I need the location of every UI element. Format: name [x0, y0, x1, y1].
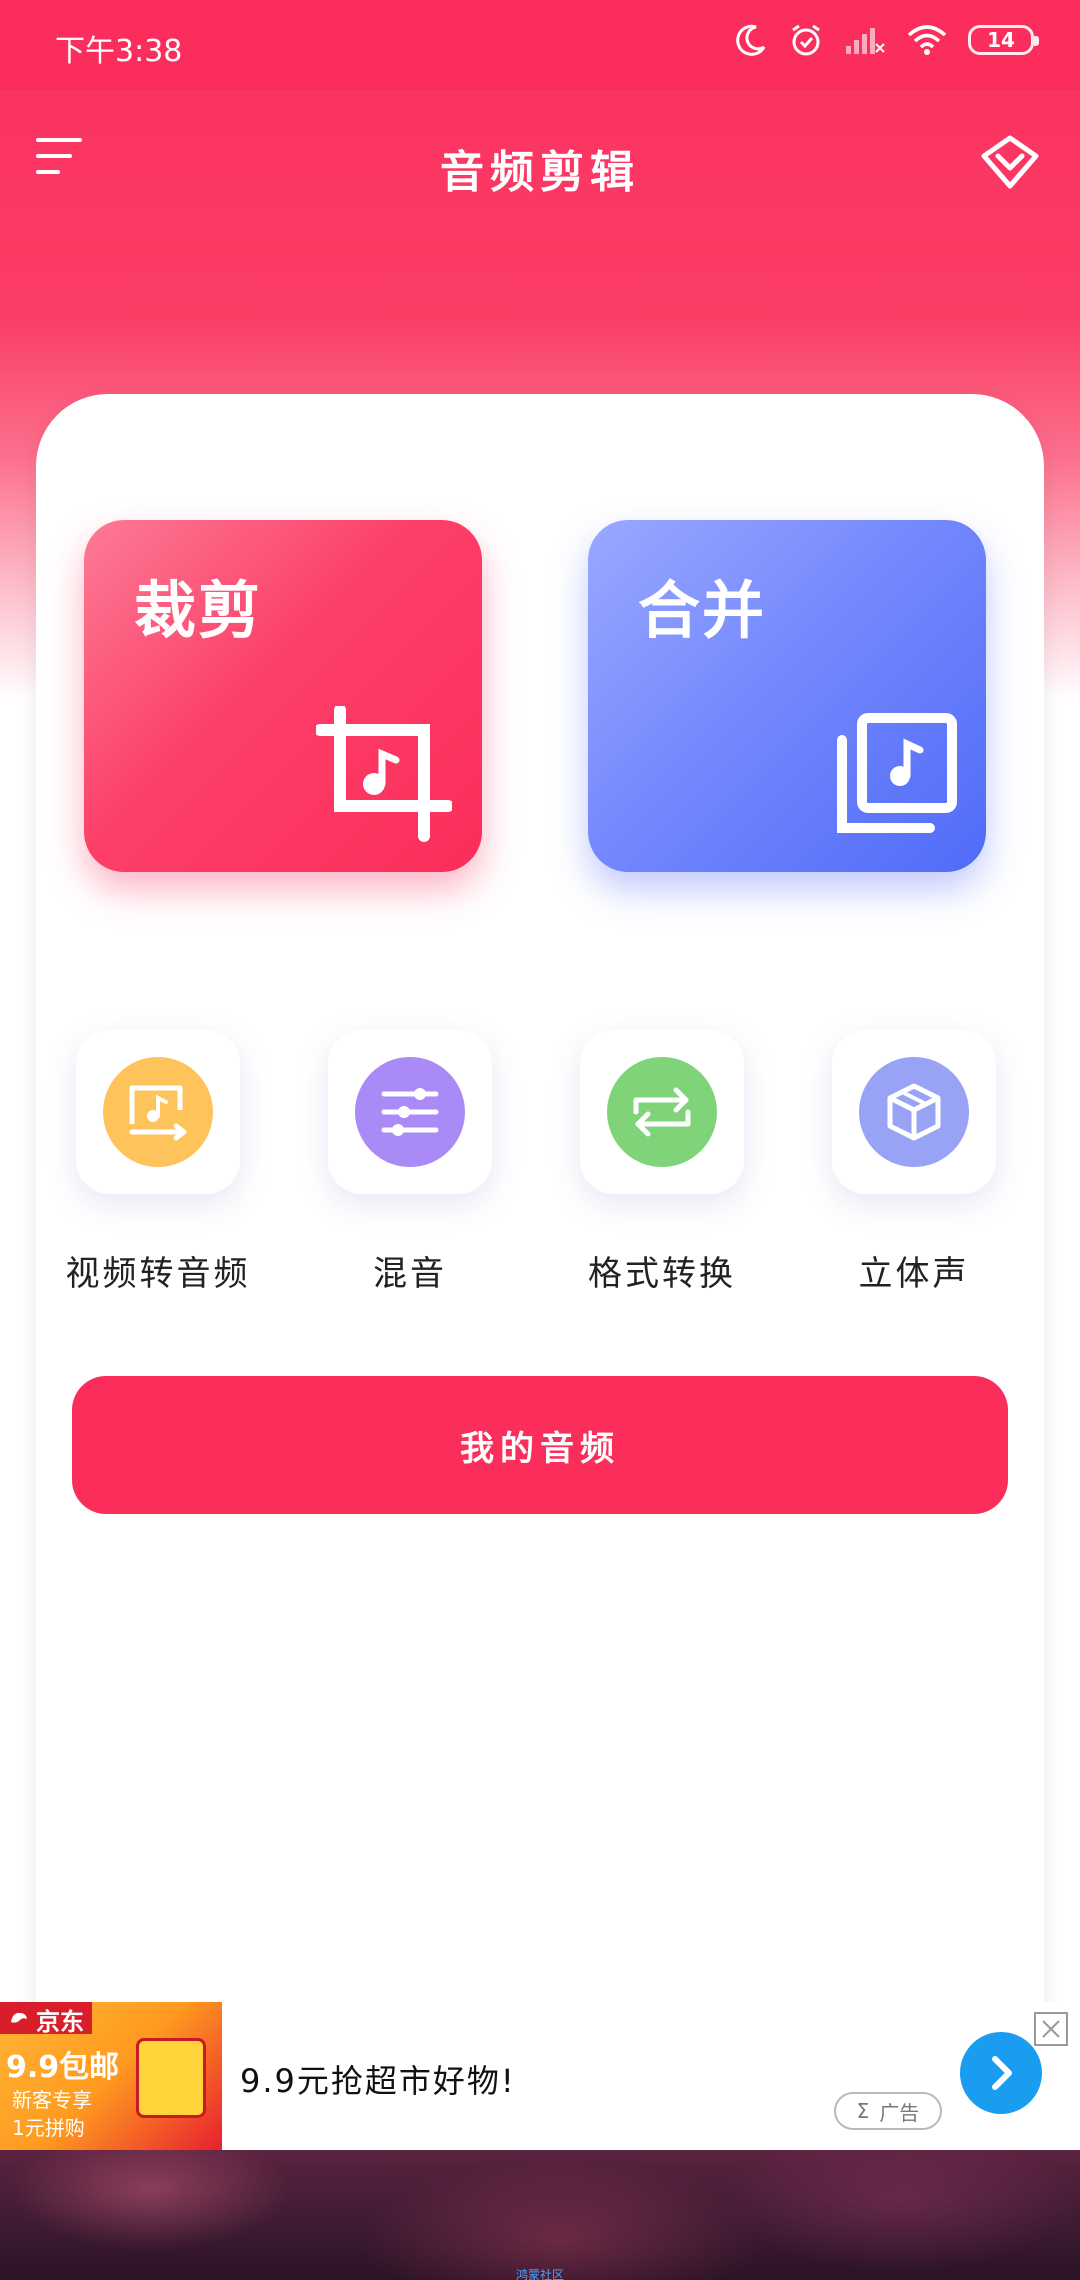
layers-music-icon [837, 713, 957, 833]
ad-go-button[interactable] [960, 2032, 1042, 2114]
tool-format-convert[interactable]: 格式转换 [580, 1030, 744, 1294]
ad-sub1-text: 新客专享 [12, 2088, 92, 2112]
tool-video-to-audio-label: 视频转音频 [65, 1254, 251, 1294]
equalizer-sliders-icon [381, 1088, 439, 1136]
battery-level: 14 [987, 28, 1015, 52]
status-icons: 14 [734, 22, 1039, 58]
merge-tile-label: 合并 [638, 574, 767, 647]
jd-dog-icon [11, 2012, 27, 2023]
tool-stereo-box[interactable] [832, 1030, 996, 1194]
ad-label-badge: Σ 广告 [834, 2092, 942, 2130]
ad-headline[interactable]: 9.9元抢超市好物! [240, 2056, 516, 2102]
tool-mix-label: 混音 [373, 1254, 447, 1294]
tool-format-convert-label: 格式转换 [588, 1254, 736, 1294]
ad-brand-text: 京东 [36, 2007, 84, 2036]
tool-video-to-audio-box[interactable] [76, 1030, 240, 1194]
cube-icon [887, 1083, 941, 1141]
signal-icon [846, 28, 885, 54]
tool-format-convert-box[interactable] [580, 1030, 744, 1194]
ad-badge-symbol: Σ [856, 2099, 870, 2123]
tool-video-to-audio[interactable]: 视频转音频 [66, 1030, 248, 1294]
alarm-icon [792, 24, 820, 56]
swap-arrows-icon [633, 1087, 691, 1137]
chevron-right-icon [992, 2056, 1012, 2090]
concert-background-image [0, 2150, 1080, 2280]
crop-music-icon [316, 706, 452, 842]
ad-badge-text: 广告 [879, 2100, 920, 2125]
my-audio-button[interactable]: 我的音频 [72, 1376, 1008, 1514]
moon-icon [736, 24, 766, 56]
wifi-icon [907, 25, 947, 55]
tool-stereo[interactable]: 立体声 [832, 1030, 996, 1294]
ad-image[interactable]: 京东 9.9包邮 新客专享 1元拼购 [0, 2002, 222, 2150]
merge-tile[interactable]: 合并 [588, 520, 986, 872]
diamond-heart-icon[interactable] [980, 134, 1040, 190]
ad-close-button[interactable] [1034, 2012, 1068, 2046]
ad-sub2-text: 1元拼购 [12, 2116, 85, 2140]
crop-tile-label: 裁剪 [134, 574, 263, 647]
ad-gift-box-image [136, 2038, 206, 2118]
ad-brand: 京东 [0, 2002, 92, 2036]
crop-tile[interactable]: 裁剪 [84, 520, 482, 872]
ad-banner[interactable]: 京东 9.9包邮 新客专享 1元拼购 9.9元抢超市好物! Σ 广告 [0, 2002, 1080, 2150]
ad-promo-text: 9.9包邮 [6, 2050, 120, 2085]
tool-mix-box[interactable] [328, 1030, 492, 1194]
video-to-audio-icon [129, 1085, 187, 1141]
battery-indicator: 14 [968, 25, 1039, 55]
footer-caption: 鸿蒙社区 [515, 2268, 564, 2280]
tool-mix[interactable]: 混音 [328, 1030, 492, 1294]
page-title: 音频剪辑 [440, 147, 640, 198]
status-bar: 下午3:38 14 [0, 0, 1080, 90]
status-time: 下午3:38 [55, 34, 183, 69]
close-icon [1042, 2020, 1060, 2038]
tool-stereo-label: 立体声 [858, 1254, 970, 1294]
